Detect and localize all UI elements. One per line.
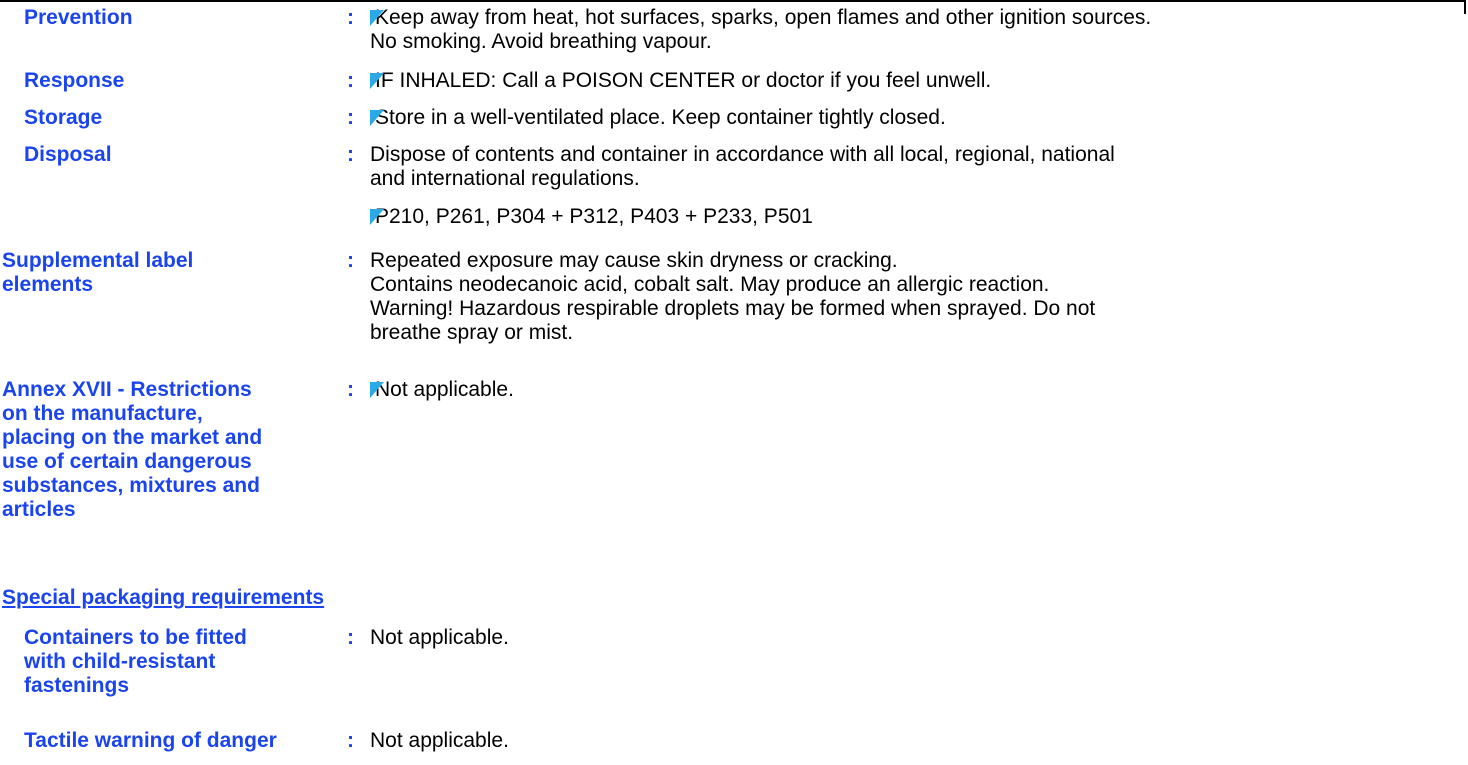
disposal-line-2: and international regulations.: [370, 167, 640, 190]
edit-marker-icon: [370, 382, 384, 398]
disposal-label: Disposal: [24, 143, 112, 166]
child-resistant-label-line-2: with child-resistant: [24, 650, 216, 673]
supplemental-label-line-2: elements: [2, 273, 94, 296]
edit-marker-icon: [370, 73, 384, 89]
prevention-label: Prevention: [24, 6, 133, 29]
annex-label-line-5: substances, mixtures and: [2, 474, 260, 497]
annex-label-line-4: use of certain dangerous: [2, 450, 252, 473]
annex-label-line-1: Annex XVII - Restrictions: [2, 378, 252, 401]
disposal-value: Dispose of contents and container in acc…: [370, 143, 1115, 229]
storage-value: Store in a well-ventilated place. Keep c…: [370, 106, 946, 130]
storage-label: Storage: [24, 106, 103, 129]
edit-marker-icon: [370, 209, 384, 225]
storage-colon: :: [347, 106, 354, 129]
annex-colon: :: [347, 378, 354, 401]
child-resistant-label: Containers to be fitted with child-resis…: [24, 626, 247, 698]
supplemental-line-4: breathe spray or mist.: [370, 321, 574, 344]
prevention-value: Keep away from heat, hot surfaces, spark…: [370, 6, 1151, 54]
response-value: IF INHALED: Call a POISON CENTER or doct…: [370, 69, 991, 93]
annex-line-1: Not applicable.: [375, 378, 514, 401]
annex-label-line-6: articles: [2, 498, 76, 521]
response-label: Response: [24, 69, 125, 92]
supplemental-line-2: Contains neodecanoic acid, cobalt salt. …: [370, 273, 1050, 296]
annex-value: Not applicable.: [370, 378, 514, 402]
prevention-colon: :: [347, 6, 354, 29]
annex-xvii-label: Annex XVII - Restrictions on the manufac…: [2, 378, 262, 522]
supplemental-label: Supplemental label elements: [2, 249, 193, 297]
right-border-tick: [1464, 0, 1466, 14]
disposal-colon: :: [347, 143, 354, 166]
supplemental-label-line-1: Supplemental label: [2, 249, 194, 272]
supplemental-line-3: Warning! Hazardous respirable droplets m…: [370, 297, 1096, 320]
annex-label-line-2: on the manufacture,: [2, 402, 203, 425]
tactile-warning-colon: :: [347, 729, 354, 752]
tactile-warning-label: Tactile warning of danger: [24, 729, 277, 752]
disposal-line-1: Dispose of contents and container in acc…: [370, 143, 1115, 166]
prevention-line-2: No smoking. Avoid breathing vapour.: [370, 30, 712, 53]
special-packaging-heading: Special packaging requirements: [2, 586, 325, 609]
edit-marker-icon: [370, 110, 384, 126]
child-resistant-label-line-1: Containers to be fitted: [24, 626, 247, 649]
supplemental-value: Repeated exposure may cause skin dryness…: [370, 249, 1095, 345]
storage-line-1: Store in a well-ventilated place. Keep c…: [375, 106, 946, 129]
supplemental-colon: :: [347, 249, 354, 272]
top-border: [0, 0, 1465, 2]
response-colon: :: [347, 69, 354, 92]
response-line-1: IF INHALED: Call a POISON CENTER or doct…: [375, 69, 992, 92]
tactile-warning-value: Not applicable.: [370, 729, 509, 752]
annex-label-line-3: placing on the market and: [2, 426, 263, 449]
child-resistant-colon: :: [347, 626, 354, 649]
disposal-codes: P210, P261, P304 + P312, P403 + P233, P5…: [375, 205, 813, 228]
prevention-line-1: Keep away from heat, hot surfaces, spark…: [375, 6, 1152, 29]
child-resistant-value: Not applicable.: [370, 626, 509, 649]
child-resistant-label-line-3: fastenings: [24, 674, 130, 697]
edit-marker-icon: [370, 10, 384, 26]
supplemental-line-1: Repeated exposure may cause skin dryness…: [370, 249, 898, 272]
